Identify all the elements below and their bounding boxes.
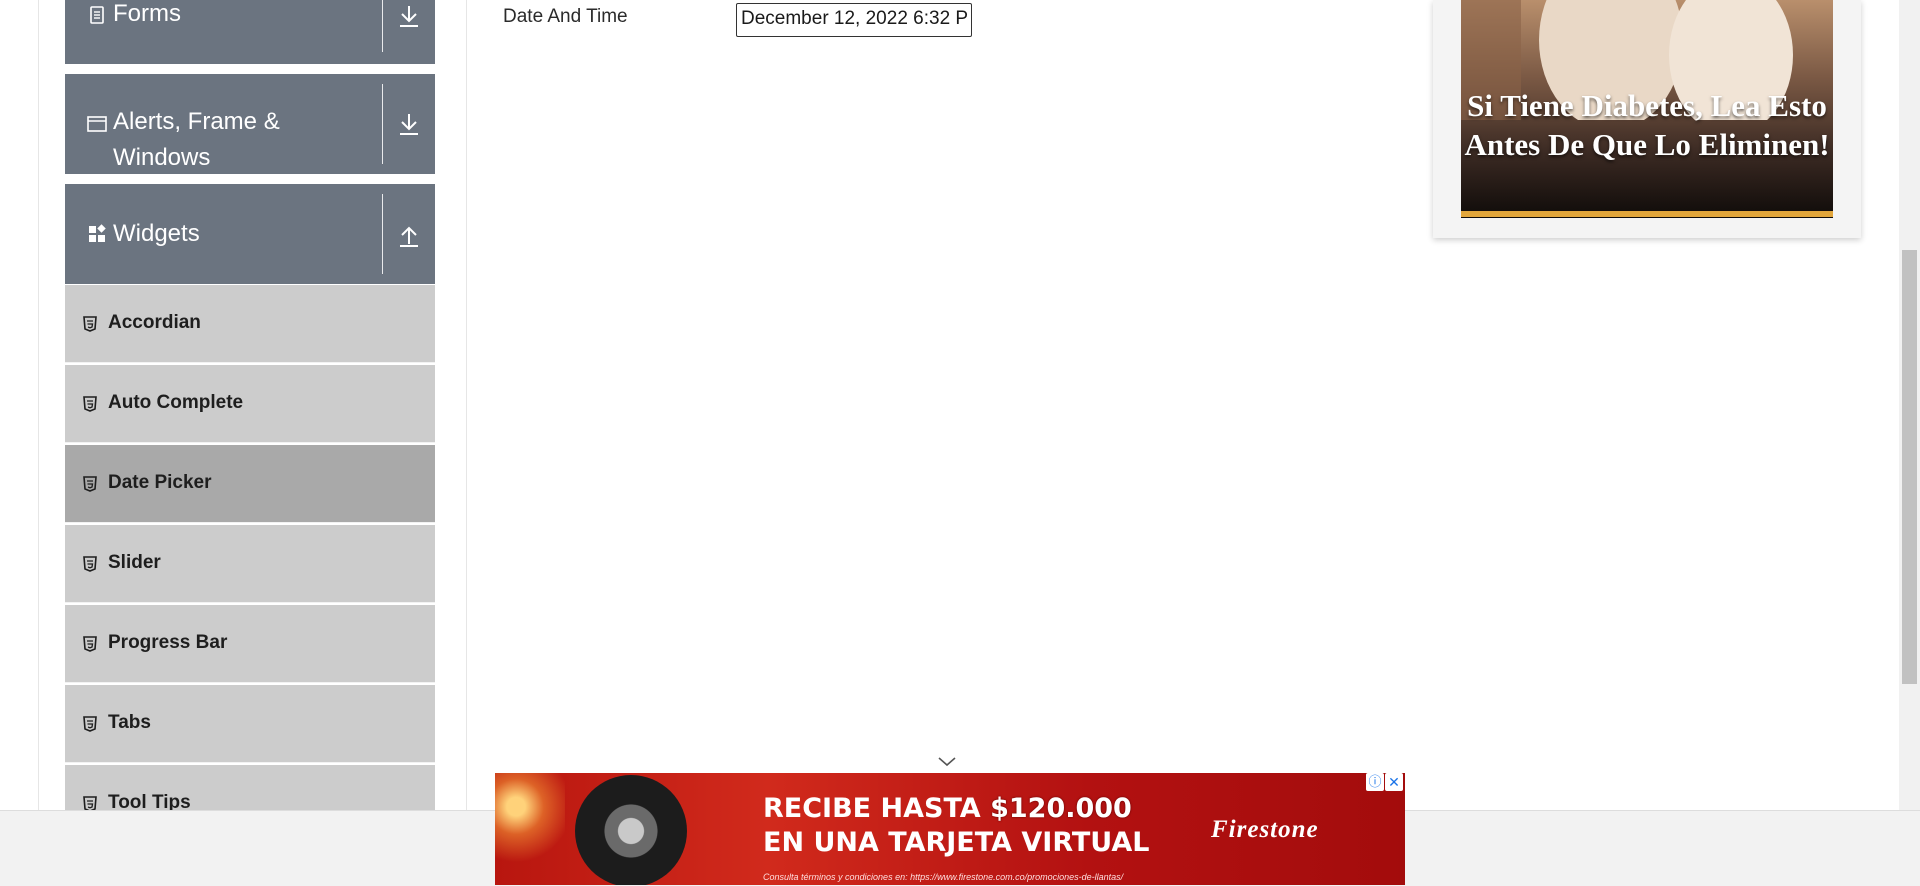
date-time-input[interactable]: December 12, 2022 6:32 P: [736, 3, 972, 37]
html5-icon: [83, 556, 97, 572]
group-header-forms[interactable]: Forms: [65, 0, 435, 64]
ad-info-icon[interactable]: ⓘ: [1366, 773, 1384, 791]
banner-amount: $120.000: [990, 793, 1132, 824]
menu-item-progress-bar[interactable]: Progress Bar: [65, 605, 435, 683]
menu-item-label: Accordian: [108, 312, 201, 333]
menu-item-date-picker[interactable]: Date Picker: [65, 445, 435, 523]
menu-item-accordian[interactable]: Accordian: [65, 285, 435, 363]
menu-item-slider[interactable]: Slider: [65, 525, 435, 603]
tire-image: [575, 775, 687, 885]
document-icon: [90, 6, 104, 24]
menu-item-tabs[interactable]: Tabs: [65, 685, 435, 763]
group-divider: [382, 194, 383, 274]
html5-icon: [83, 476, 97, 492]
group-title-widgets: Widgets: [113, 220, 200, 247]
banner-legal-text: Consulta términos y condiciones en: http…: [763, 872, 1124, 882]
upload-arrow-icon[interactable]: [391, 218, 427, 254]
ad-close-icon[interactable]: ✕: [1385, 773, 1403, 791]
html5-icon: [83, 716, 97, 732]
group-divider: [382, 84, 383, 164]
group-title-forms: Forms: [113, 0, 181, 27]
widgets-icon: [89, 224, 106, 242]
side-ad-headline[interactable]: Si Tiene Diabetes, Lea Esto Antes De Que…: [1461, 86, 1833, 164]
group-header-widgets[interactable]: Widgets: [65, 184, 435, 284]
date-time-label: Date And Time: [503, 6, 628, 27]
menu-item-auto-complete[interactable]: Auto Complete: [65, 365, 435, 443]
menu-item-label: Tabs: [108, 712, 151, 733]
group-divider: [382, 0, 383, 52]
group-title-alerts: Alerts, Frame &: [113, 108, 280, 135]
group-title-alerts-line2: Windows: [113, 144, 211, 171]
menu-item-label: Slider: [108, 552, 161, 573]
scrollbar-thumb[interactable]: [1902, 250, 1917, 684]
banner-headline-prefix: RECIBE HASTA: [763, 793, 991, 824]
menu-item-label: Auto Complete: [108, 392, 244, 413]
banner-light-glow: [495, 773, 565, 885]
chevron-down-icon[interactable]: [936, 755, 958, 769]
window-icon: [87, 116, 107, 132]
download-arrow-icon[interactable]: [391, 106, 427, 142]
menu-item-label: Progress Bar: [108, 632, 228, 653]
download-arrow-icon[interactable]: [391, 0, 427, 34]
group-header-alerts-frame-windows[interactable]: Alerts, Frame & Windows: [65, 74, 435, 174]
firestone-logo: Firestone: [1211, 816, 1319, 843]
banner-ad[interactable]: RECIBE HASTA $120.000 EN UNA TARJETA VIR…: [495, 773, 1405, 885]
html5-icon: [83, 316, 97, 332]
menu-item-label: Date Picker: [108, 472, 212, 493]
html5-icon: [83, 396, 97, 412]
html5-icon: [83, 636, 97, 652]
banner-headline-line1: RECIBE HASTA $120.000: [763, 793, 1132, 824]
banner-headline-line2: EN UNA TARJETA VIRTUAL: [763, 827, 1150, 858]
side-ad-accent-bar: [1461, 211, 1833, 217]
